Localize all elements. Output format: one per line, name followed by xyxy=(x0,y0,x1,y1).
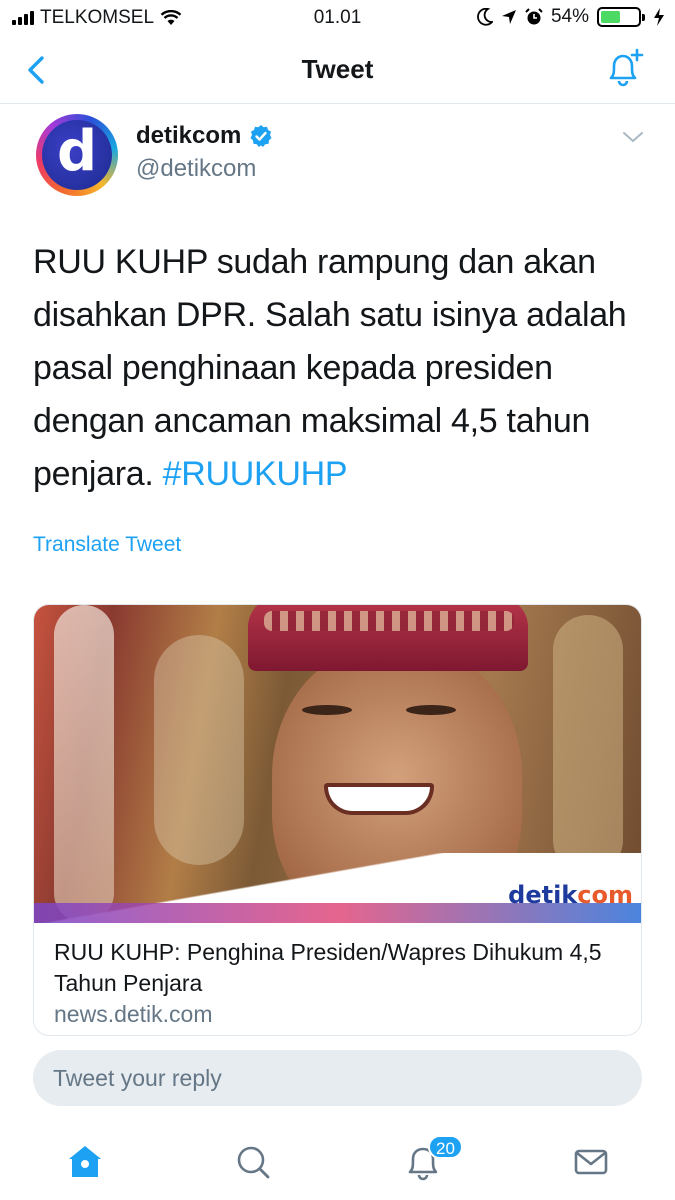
photo-eye xyxy=(406,705,456,715)
status-bar: TELKOMSEL 01.01 54% xyxy=(0,0,675,36)
watermark-prefix: detik xyxy=(508,881,578,909)
author-name-row[interactable]: detikcom xyxy=(136,122,273,150)
alarm-icon xyxy=(525,8,543,25)
link-preview-card[interactable]: detikcom RUU KUHP: Penghina Presiden/Wap… xyxy=(33,604,642,1036)
card-photo: detikcom xyxy=(34,605,641,923)
hashtag-link[interactable]: #RUUKUHP xyxy=(163,455,348,493)
watermark-suffix: com xyxy=(577,881,633,909)
author-handle[interactable]: @detikcom xyxy=(136,155,256,183)
notification-count-badge: 20 xyxy=(428,1135,463,1159)
battery-percent: 54% xyxy=(550,6,589,27)
battery-level-fill xyxy=(601,11,621,23)
tweet-text: RUU KUHP sudah rampung dan akan disahkan… xyxy=(33,236,643,501)
reply-placeholder: Tweet your reply xyxy=(53,1065,222,1091)
photo-background xyxy=(154,635,244,865)
page-title: Tweet xyxy=(301,54,374,84)
photo-eye xyxy=(302,705,352,715)
location-icon xyxy=(501,10,516,24)
search-icon xyxy=(237,1146,270,1179)
photo-background xyxy=(553,615,623,875)
avatar-logo-letter: d xyxy=(56,118,98,184)
battery-icon xyxy=(597,7,645,27)
chevron-down-icon[interactable] xyxy=(621,128,645,146)
reply-input[interactable]: Tweet your reply xyxy=(33,1050,642,1106)
translate-tweet-link[interactable]: Translate Tweet xyxy=(33,533,181,557)
moon-icon xyxy=(477,8,493,26)
tab-home[interactable] xyxy=(60,1137,110,1187)
card-domain: news.detik.com xyxy=(54,1001,213,1027)
charging-icon xyxy=(654,8,664,26)
avatar[interactable]: d xyxy=(36,114,118,196)
messages-icon xyxy=(574,1149,608,1175)
tab-messages[interactable] xyxy=(566,1137,616,1187)
tab-bar: 20 xyxy=(0,1125,675,1200)
bell-plus-icon[interactable] xyxy=(601,46,645,90)
card-title[interactable]: RUU KUHP: Penghina Presiden/Wapres Dihuk… xyxy=(54,937,624,999)
home-icon xyxy=(69,1146,101,1177)
tab-search[interactable] xyxy=(228,1137,278,1187)
verified-badge-icon xyxy=(250,125,272,147)
photo-smile xyxy=(324,783,434,815)
avatar-inner: d xyxy=(42,118,112,190)
nav-bar: Tweet xyxy=(0,36,675,104)
author-display-name[interactable]: detikcom xyxy=(136,122,241,150)
photo-headwear-pattern xyxy=(264,611,514,631)
detikcom-watermark-logo: detikcom xyxy=(508,881,633,909)
status-right: 54% xyxy=(477,6,665,28)
